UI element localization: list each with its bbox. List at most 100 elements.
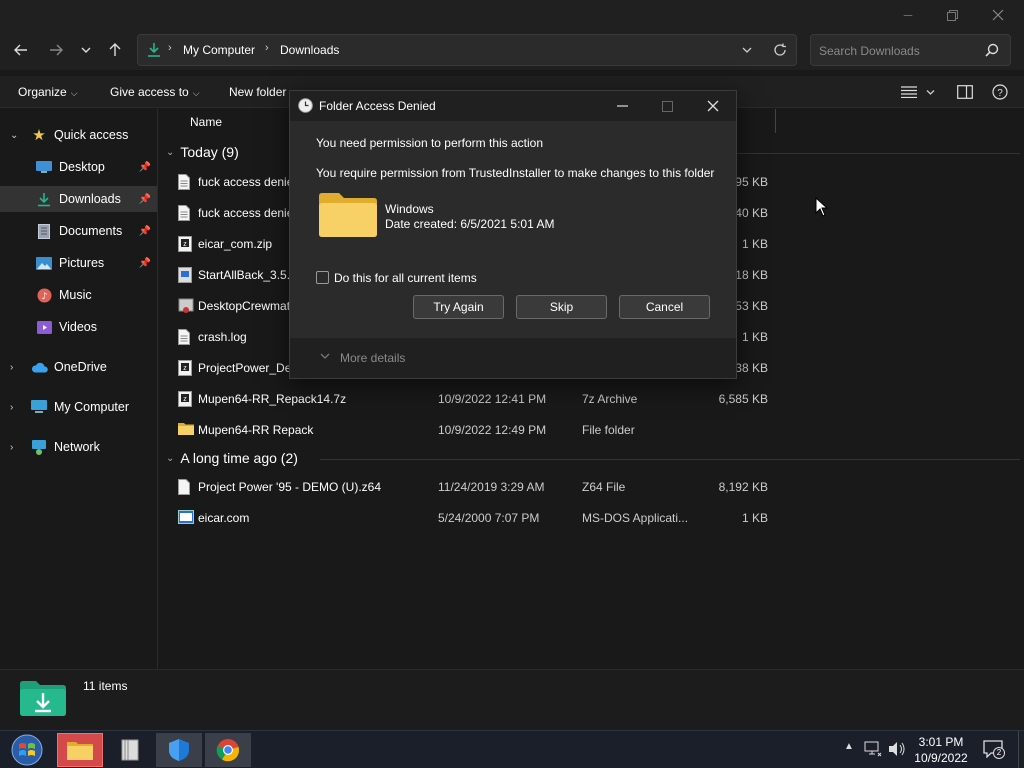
sidebar-item-quick-access[interactable]: ⌄ ★ Quick access xyxy=(0,122,157,148)
back-button[interactable] xyxy=(9,38,33,62)
search-box[interactable] xyxy=(810,34,1011,66)
file-name: Project Power '95 - DEMO (U).z64 xyxy=(198,480,382,494)
search-input[interactable] xyxy=(819,42,979,60)
chevron-down-icon[interactable] xyxy=(320,353,330,360)
pin-icon[interactable]: 📌 xyxy=(139,258,151,269)
file-name: eicar_com.zip xyxy=(198,237,273,251)
file-row[interactable]: z Mupen64-RR_Repack14.7z 10/9/2022 12:41 P… xyxy=(174,386,774,412)
group-label: A long time ago (2) xyxy=(180,450,298,466)
clock-date: 10/9/2022 xyxy=(914,751,968,765)
minimize-icon xyxy=(616,105,628,107)
volume-icon[interactable] xyxy=(888,741,906,757)
sidebar-item-pictures[interactable]: Pictures 📌 xyxy=(0,250,157,276)
sidebar-item-my-computer[interactable]: › My Computer xyxy=(0,394,157,420)
notification-badge: 2 xyxy=(993,747,1005,759)
search-icon[interactable] xyxy=(985,43,999,57)
view-list-icon[interactable] xyxy=(901,86,917,98)
file-row[interactable]: Project Power '95 - DEMO (U).z64 11/24/20… xyxy=(174,474,774,500)
group-header-today[interactable]: ⌄ Today (9) xyxy=(166,144,239,160)
more-details-toggle[interactable]: More details xyxy=(340,351,405,365)
close-button[interactable] xyxy=(978,4,1018,26)
sidebar-item-downloads[interactable]: Downloads 📌 xyxy=(0,186,157,212)
file-name: ProjectPower_De xyxy=(198,361,292,375)
address-bar[interactable]: › My Computer › Downloads xyxy=(137,34,797,66)
new-folder-button[interactable]: New folder xyxy=(229,85,286,99)
sidebar-item-desktop[interactable]: Desktop 📌 xyxy=(0,154,157,180)
taskbar: ▲ 3:01 PM 10/9/2022 2 xyxy=(0,730,1024,768)
network-status-icon[interactable] xyxy=(864,741,882,757)
download-icon xyxy=(148,43,160,57)
help-icon[interactable]: ? xyxy=(992,84,1008,100)
skip-button[interactable]: Skip xyxy=(516,295,607,319)
sidebar-item-network[interactable]: › Network xyxy=(0,434,157,460)
column-header-name[interactable]: Name xyxy=(190,115,222,129)
chevron-down-icon[interactable] xyxy=(742,46,752,54)
give-access-label: Give access to xyxy=(110,85,189,99)
arrow-right-icon xyxy=(50,44,63,56)
pin-icon[interactable]: 📌 xyxy=(139,226,151,237)
organize-label: Organize xyxy=(18,85,67,99)
file-name: fuck access denie xyxy=(198,175,294,189)
restore-icon xyxy=(946,9,958,21)
show-desktop-button[interactable] xyxy=(1018,731,1024,768)
give-access-menu[interactable]: Give access to ⌵ xyxy=(110,85,200,99)
cancel-button[interactable]: Cancel xyxy=(619,295,710,319)
organize-menu[interactable]: Organize ⌵ xyxy=(18,85,78,99)
file-row[interactable]: eicar.com 5/24/2000 7:07 PM MS-DOS Applica… xyxy=(174,505,774,531)
breadcrumb-downloads[interactable]: Downloads xyxy=(280,43,339,57)
clock-time: 3:01 PM xyxy=(918,735,964,749)
notification-button[interactable]: 2 xyxy=(983,740,1005,760)
pin-icon[interactable]: 📌 xyxy=(139,194,151,205)
group-label: Today (9) xyxy=(180,144,239,160)
sidebar-item-videos[interactable]: Videos xyxy=(0,314,157,340)
file-date: 10/9/2022 12:41 PM xyxy=(438,392,547,406)
taskbar-app-security[interactable] xyxy=(156,733,202,767)
start-button[interactable] xyxy=(4,733,50,767)
sidebar-item-onedrive[interactable]: › OneDrive xyxy=(0,354,157,380)
restore-button[interactable] xyxy=(932,4,972,26)
chevron-up-icon[interactable]: ▲ xyxy=(844,741,854,752)
forward-button[interactable] xyxy=(44,38,68,62)
try-again-button[interactable]: Try Again xyxy=(413,295,504,319)
taskbar-explorer[interactable] xyxy=(57,733,103,767)
breadcrumb-my-computer[interactable]: My Computer xyxy=(183,43,255,57)
apply-to-all-checkbox[interactable] xyxy=(316,271,329,284)
cloud-icon xyxy=(30,359,48,375)
taskbar-app-notebook[interactable] xyxy=(107,733,153,767)
recent-locations-button[interactable] xyxy=(74,38,98,62)
svg-text:♪: ♪ xyxy=(41,292,47,302)
desktop-icon xyxy=(35,159,53,175)
file-name: eicar.com xyxy=(198,511,250,525)
apply-to-all-label[interactable]: Do this for all current items xyxy=(334,271,477,285)
dialog-close-button[interactable] xyxy=(693,95,733,117)
chevron-right-icon[interactable]: › xyxy=(10,402,13,413)
chevron-right-icon: › xyxy=(168,42,172,54)
dialog-footer: More details xyxy=(290,338,736,378)
preview-pane-icon[interactable] xyxy=(957,85,973,99)
sidebar-item-documents[interactable]: Documents 📌 xyxy=(0,218,157,244)
up-button[interactable] xyxy=(103,38,127,62)
file-name: Mupen64-RR Repack xyxy=(198,423,314,437)
minimize-button[interactable]: ─ xyxy=(888,4,928,26)
column-divider[interactable] xyxy=(775,109,776,133)
chevron-right-icon[interactable]: › xyxy=(10,442,13,453)
folder-icon xyxy=(319,193,377,237)
dialog-minimize-button[interactable] xyxy=(602,95,642,117)
chevron-right-icon[interactable]: › xyxy=(10,362,13,373)
pin-icon[interactable]: 📌 xyxy=(139,162,151,173)
file-row[interactable]: Mupen64-RR Repack 10/9/2022 12:49 PM File … xyxy=(174,417,774,443)
chevron-down-icon: ⌄ xyxy=(166,452,175,464)
file-date: 10/9/2022 12:49 PM xyxy=(438,423,547,437)
refresh-icon[interactable] xyxy=(773,43,787,57)
taskbar-clock[interactable]: 3:01 PM 10/9/2022 xyxy=(906,734,976,766)
chrome-icon xyxy=(216,739,240,762)
group-header-long-ago[interactable]: ⌄ A long time ago (2) xyxy=(166,450,298,466)
dialog-maximize-button[interactable] xyxy=(647,95,687,117)
chevron-down-icon[interactable]: ⌄ xyxy=(10,130,18,141)
chevron-down-icon[interactable] xyxy=(926,89,935,96)
archive-icon: z xyxy=(178,236,194,252)
svg-text:z: z xyxy=(183,365,187,372)
video-icon xyxy=(35,319,53,335)
taskbar-app-chrome[interactable] xyxy=(205,733,251,767)
sidebar-item-music[interactable]: ♪ Music xyxy=(0,282,157,308)
